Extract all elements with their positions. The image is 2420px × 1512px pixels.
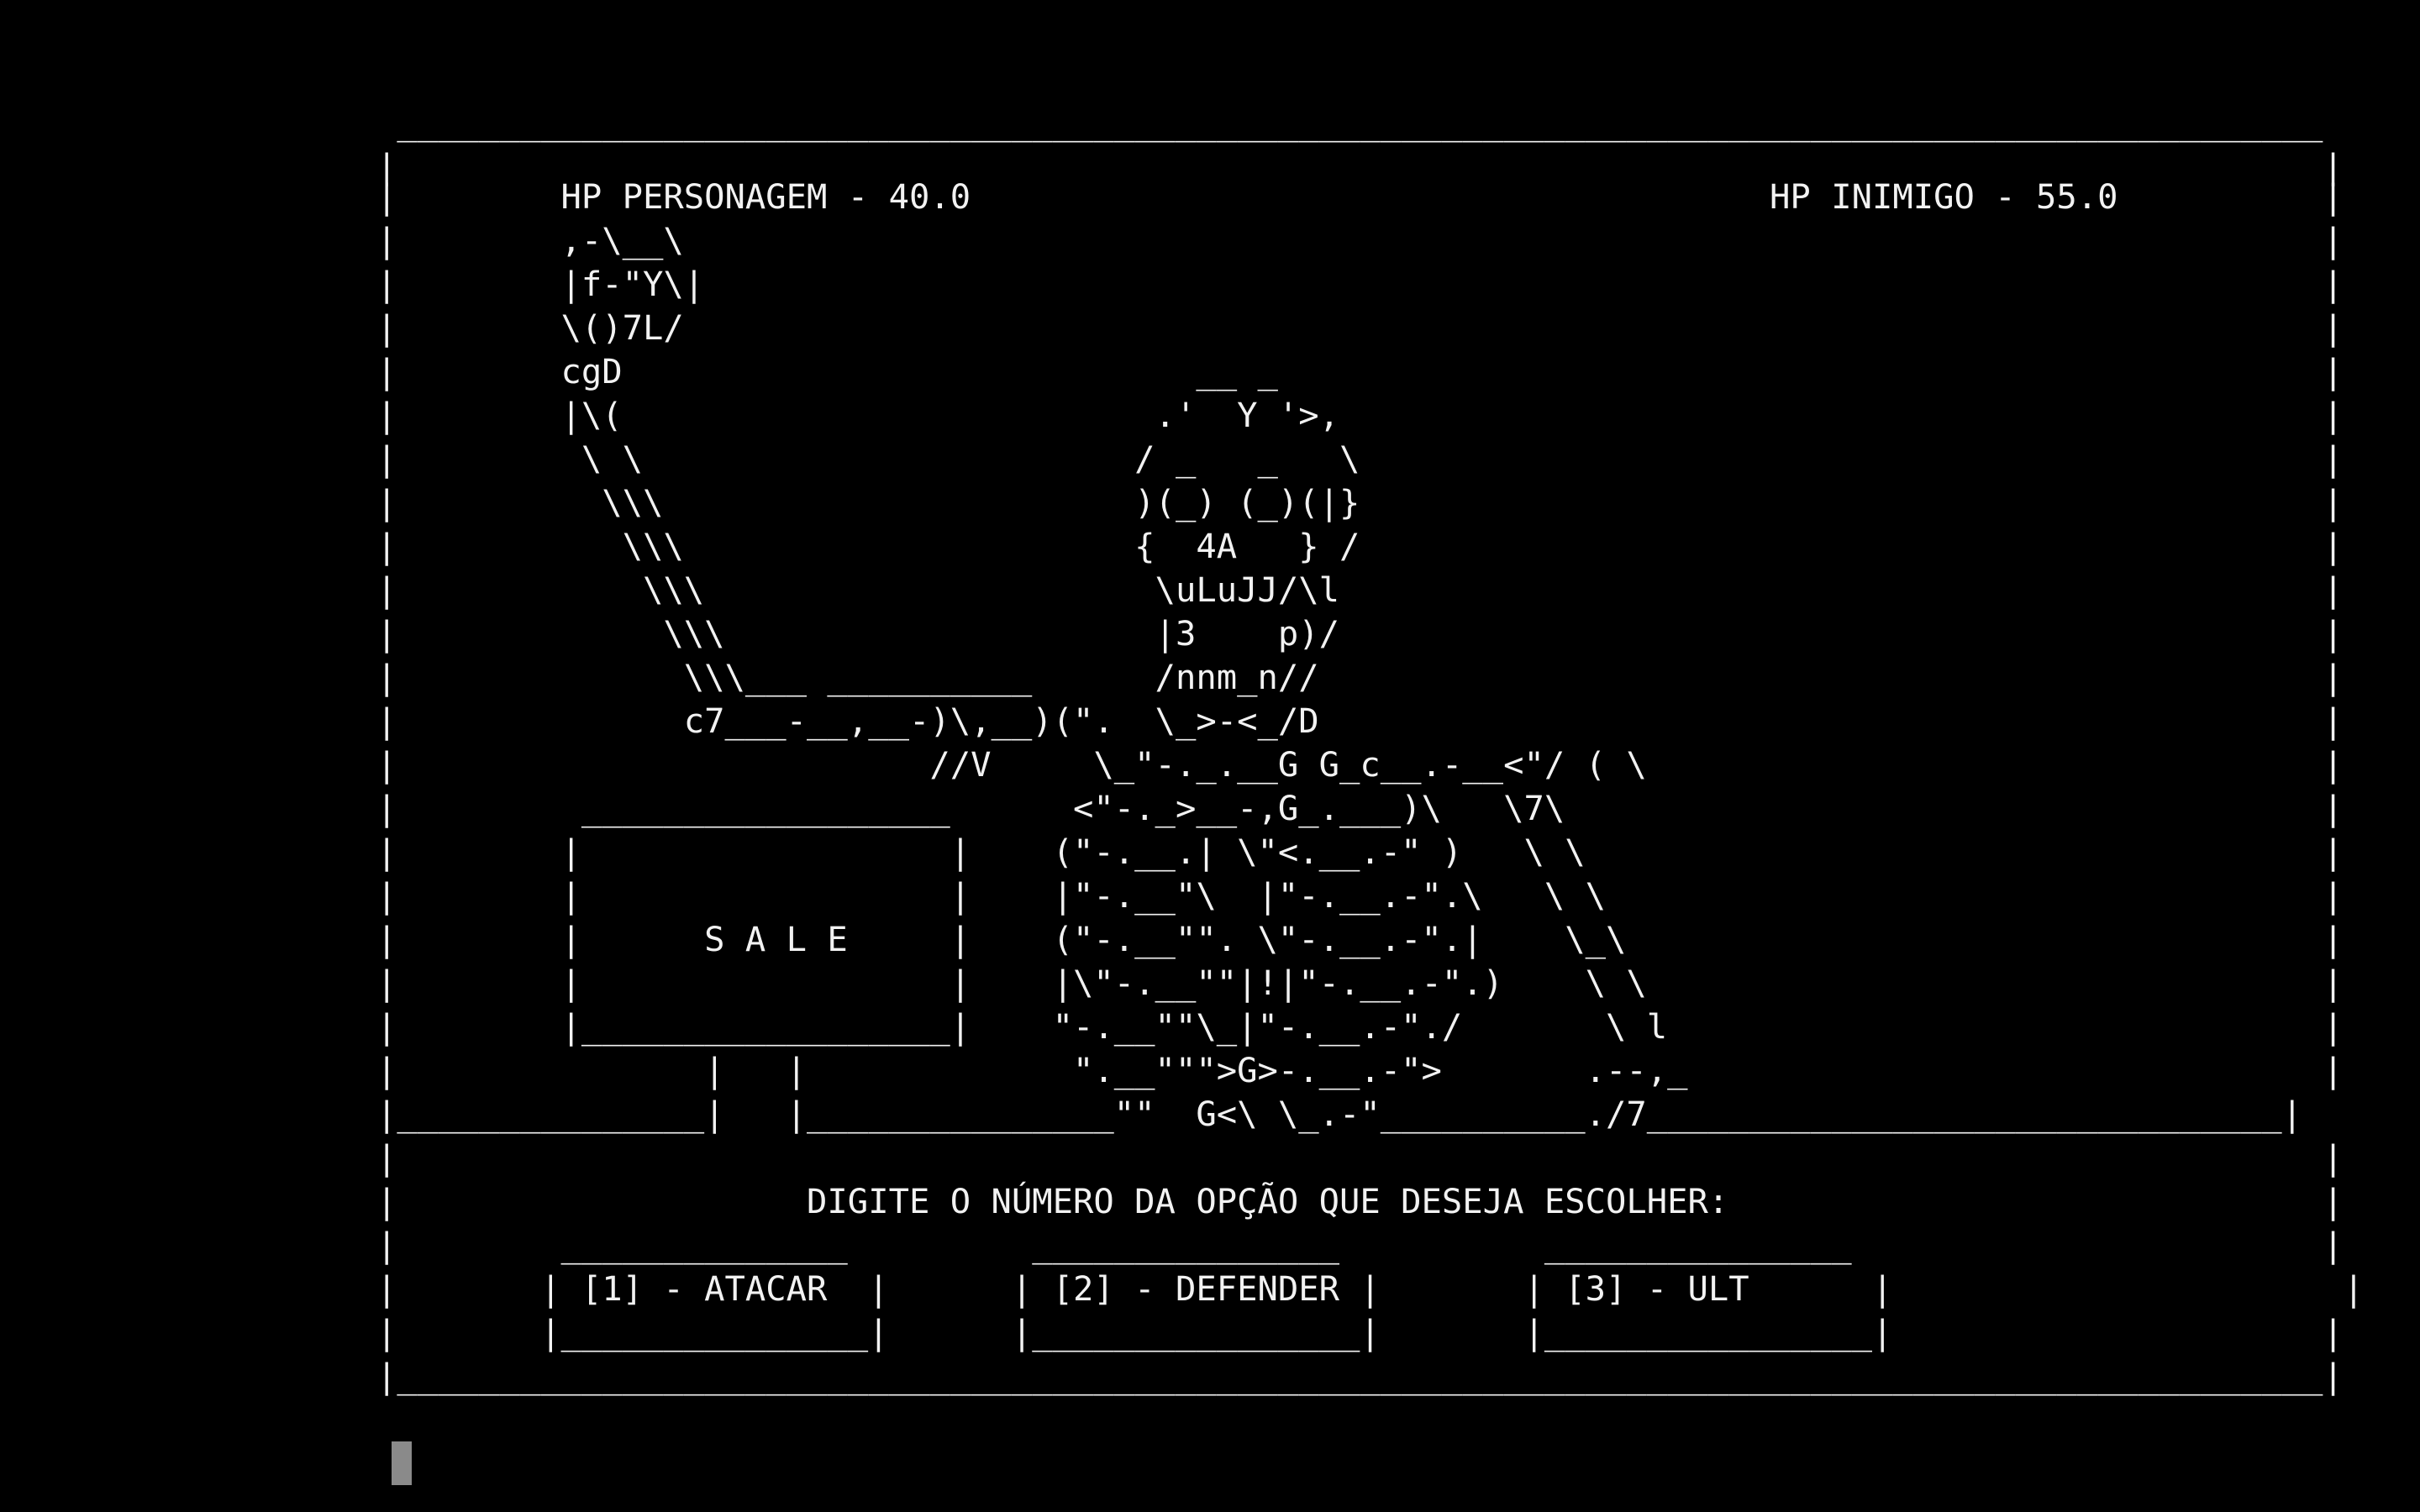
ascii-art-row: | | | |\"-.__""|!|"-.__.-".) \ \ | <box>376 963 2344 1003</box>
ascii-art-row: | \\\ { 4A } / | <box>376 526 2344 566</box>
ascii-art-row: | |\( .' Y '>, | <box>376 395 2344 435</box>
border-bottom: |_______________________________________… <box>376 1356 2344 1396</box>
text-cursor[interactable] <box>392 1441 412 1485</box>
scene-floor-row: |_______________| |_______________"" G<\… <box>376 1094 2303 1134</box>
ascii-art-row: | \\\ |3 p)/ | <box>376 613 2344 654</box>
ascii-art-row: | | | ".__""">G>-.__.-"> .--,_ | <box>376 1050 2344 1090</box>
ascii-art-row: | cgD __ _ | <box>376 351 2344 391</box>
ascii-art-row: | |f-"Y\| | <box>376 264 2344 304</box>
ascii-art-row: | \ \ / _ _ \ | <box>376 438 2344 479</box>
ascii-art-row: | ,-\__\ | <box>376 220 2344 260</box>
ascii-art-row: | c7___-__,__-)\,__)(". \_>-<_/D | <box>376 701 2344 741</box>
hp-status-row: | HP PERSONAGEM - 40.0 HP INIMIGO - 55.0… <box>376 176 2344 217</box>
ascii-art-row: | |__________________| "-.__""\_|"-.__.-… <box>376 1006 2344 1047</box>
sale-sign-row: | | S A L E | ("-.__"". \"-.__.-".| \_\ … <box>376 919 2344 959</box>
ascii-art-row: | \\\ \uLuJJ/\l | <box>376 570 2344 610</box>
ascii-art-row: | | | |"-.__"\ |"-.__.-".\ \ \ | <box>376 875 2344 916</box>
option-box-bottom-row: | |_______________| |________________| |… <box>376 1312 2344 1352</box>
ascii-art-row: | \\\___ __________ /nnm_n// | <box>376 657 2344 697</box>
ascii-art-row: | //V \_"-._.__G G_c__.-__<"/ ( \ | <box>376 744 2344 785</box>
ascii-art-row: | \()7L/ | <box>376 307 2344 348</box>
border-top: ________________________________________… <box>376 102 2323 143</box>
ascii-art-row: | __________________ <"-._>__-,G_.___)\ … <box>376 788 2344 828</box>
border-row: | | <box>376 1137 2344 1178</box>
terminal-window: ________________________________________… <box>0 0 2420 1512</box>
ascii-art-row: | | | ("-.__.| \"<.__.-" ) \ \ | <box>376 832 2344 872</box>
ascii-art-row: | \\\ )(_) (_)(|} | <box>376 482 2344 522</box>
option-box-top-row: | ______________ _______________ _______… <box>376 1225 2344 1265</box>
option-labels-row[interactable]: | | [1] - ATACAR | | [2] - DEFENDER | | … <box>376 1267 2364 1310</box>
option-prompt: | DIGITE O NÚMERO DA OPÇÃO QUE DESEJA ES… <box>376 1181 2344 1221</box>
